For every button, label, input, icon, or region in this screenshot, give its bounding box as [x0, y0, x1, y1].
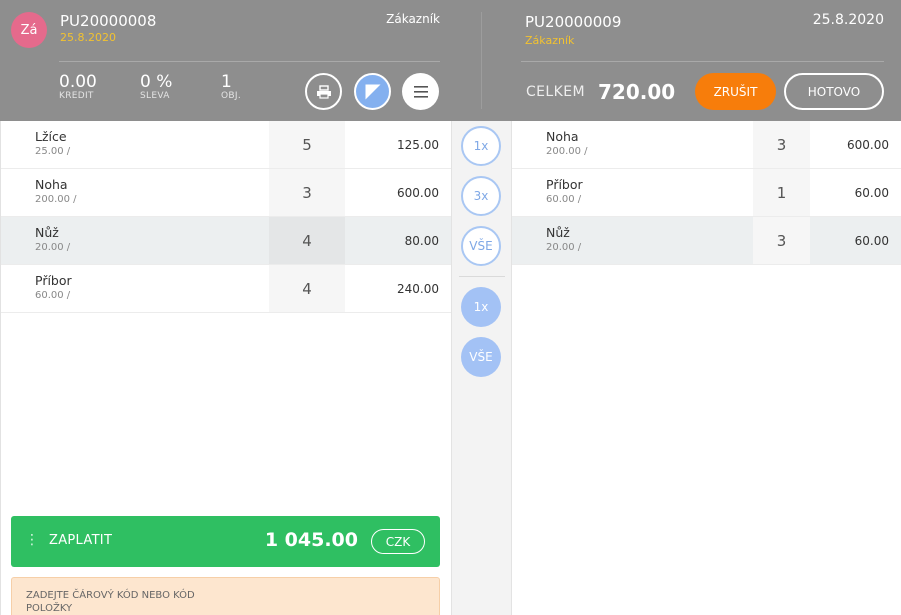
pay-button[interactable]: ⋮ ZAPLATIT 1 045.00 CZK: [11, 516, 440, 567]
orders-value: 1: [221, 72, 232, 92]
move-one-left-button[interactable]: 1x: [461, 287, 501, 327]
done-button[interactable]: HOTOVO: [784, 73, 884, 110]
item-name: Noha: [35, 177, 68, 192]
target-items-list: Noha 200.00 / 3 600.00 Příbor 60.00 / 1 …: [512, 121, 901, 615]
item-amount: 60.00: [854, 233, 889, 248]
pay-options-icon[interactable]: ⋮: [25, 532, 39, 548]
menu-button[interactable]: [402, 73, 439, 110]
print-button[interactable]: [305, 73, 342, 110]
move-one-right-button[interactable]: 1x: [461, 126, 501, 166]
total-label: CELKEM: [526, 84, 585, 100]
target-doc-number: PU20000009: [525, 13, 622, 31]
item-qty: 3: [753, 121, 810, 168]
barcode-input[interactable]: ZADEJTE ČÁROVÝ KÓD NEBO KÓD POLOŽKY: [11, 577, 440, 615]
hamburger-menu-icon: [413, 85, 428, 98]
item-qty: 4: [269, 217, 345, 264]
pay-amount: 1 045.00: [264, 529, 358, 551]
item-name: Příbor: [546, 177, 583, 192]
total-value: 720.00: [598, 80, 676, 104]
header-divider-right: [521, 61, 884, 62]
item-name: Lžíce: [35, 129, 67, 144]
credit-label: KREDIT: [59, 91, 94, 101]
header-vertical-divider: [481, 12, 482, 109]
move-three-right-button[interactable]: 3x: [461, 176, 501, 216]
discount-value: 0 %: [140, 72, 173, 92]
source-doc-date: 25.8.2020: [60, 31, 116, 44]
transfer-divider: [459, 276, 505, 277]
item-amount: 240.00: [397, 281, 439, 296]
item-price: 200.00 /: [35, 194, 77, 205]
item-price: 60.00 /: [546, 194, 582, 205]
item-amount: 60.00: [854, 185, 889, 200]
list-item[interactable]: Příbor 60.00 / 4 240.00: [1, 265, 451, 313]
header: Zá PU20000008 25.8.2020 Zákazník 0.00 KR…: [0, 0, 901, 121]
item-name: Příbor: [35, 273, 72, 288]
list-item[interactable]: Příbor 60.00 / 1 60.00: [512, 169, 901, 217]
target-customer[interactable]: Zákazník: [525, 34, 574, 47]
item-qty: 4: [269, 265, 345, 312]
item-price: 25.00 /: [35, 146, 71, 157]
customer-avatar[interactable]: Zá: [11, 12, 47, 48]
printer-icon: [316, 84, 331, 99]
list-item-selected[interactable]: Nůž 20.00 / 4 80.00: [1, 217, 451, 265]
list-item-selected[interactable]: Nůž 20.00 / 3 60.00: [512, 217, 901, 265]
list-item[interactable]: Lžíce 25.00 / 5 125.00: [1, 121, 451, 169]
transfer-buttons: 1x 3x VŠE 1x VŠE: [451, 121, 512, 615]
credit-value: 0.00: [59, 72, 97, 92]
barcode-placeholder: ZADEJTE ČÁROVÝ KÓD NEBO KÓD POLOŽKY: [26, 590, 195, 614]
item-price: 60.00 /: [35, 290, 71, 301]
item-qty: 1: [753, 169, 810, 216]
item-amount: 125.00: [397, 137, 439, 152]
item-amount: 80.00: [404, 233, 439, 248]
item-amount: 600.00: [397, 185, 439, 200]
item-name: Nůž: [35, 225, 59, 240]
item-qty: 5: [269, 121, 345, 168]
source-customer-label[interactable]: Zákazník: [386, 12, 440, 26]
orders-stat: 1 OBJ.: [221, 73, 241, 102]
currency-button[interactable]: CZK: [371, 529, 425, 554]
split-icon: [364, 83, 381, 100]
header-divider: [59, 61, 440, 62]
move-all-left-button[interactable]: VŠE: [461, 337, 501, 377]
list-item[interactable]: Noha 200.00 / 3 600.00: [512, 121, 901, 169]
move-all-right-button[interactable]: VŠE: [461, 226, 501, 266]
item-price: 20.00 /: [35, 242, 71, 253]
target-doc-date: 25.8.2020: [812, 12, 884, 28]
source-doc-number: PU20000008: [60, 12, 157, 30]
item-price: 200.00 /: [546, 146, 588, 157]
pay-label: ZAPLATIT: [49, 533, 113, 548]
item-amount: 600.00: [847, 137, 889, 152]
discount-stat: 0 % SLEVA: [140, 73, 172, 102]
item-name: Noha: [546, 129, 579, 144]
cancel-button[interactable]: ZRUŠIT: [695, 73, 776, 110]
item-price: 20.00 /: [546, 242, 582, 253]
item-qty: 3: [753, 217, 810, 264]
split-button[interactable]: [354, 73, 391, 110]
list-item[interactable]: Noha 200.00 / 3 600.00: [1, 169, 451, 217]
orders-label: OBJ.: [221, 91, 241, 101]
discount-label: SLEVA: [140, 91, 170, 101]
item-name: Nůž: [546, 225, 570, 240]
credit-stat: 0.00 KREDIT: [59, 73, 97, 102]
split-bill-screen: Zá PU20000008 25.8.2020 Zákazník 0.00 KR…: [0, 0, 901, 615]
item-qty: 3: [269, 169, 345, 216]
